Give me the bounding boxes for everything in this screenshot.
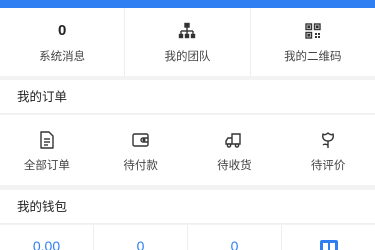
flower-icon [319, 130, 337, 150]
pending-payment[interactable]: 待付款 [94, 115, 188, 185]
stats-card: 0 系统消息 我的团队 我的二维码 [0, 8, 375, 76]
order-item-label: 全部订单 [23, 160, 70, 172]
balance-value: 0.00 [32, 238, 61, 250]
qrcode-icon [304, 22, 322, 40]
wallet-value: 0 [230, 238, 239, 250]
pending-review[interactable]: 待评价 [281, 115, 375, 185]
wallet-balance[interactable]: 0.00 [0, 225, 94, 250]
order-item-label: 待收货 [217, 160, 252, 172]
truck-icon [223, 130, 245, 150]
messages-count: 0 [57, 22, 67, 39]
my-team[interactable]: 我的团队 [125, 8, 251, 76]
wallet-item-2[interactable]: 0 [94, 225, 188, 250]
system-messages[interactable]: 0 系统消息 [0, 8, 126, 76]
my-qrcode[interactable]: 我的二维码 [251, 8, 375, 76]
wallet-card-icon [318, 238, 340, 250]
orders-title: 我的订单 [0, 80, 375, 114]
all-orders[interactable]: 全部订单 [0, 115, 94, 185]
order-item-label: 待付款 [123, 160, 158, 172]
document-icon [38, 130, 56, 150]
pending-receipt[interactable]: 待收货 [188, 115, 282, 185]
header-bar [0, 0, 375, 8]
orders-row: 全部订单 待付款 待收货 待评价 [0, 115, 375, 185]
wallet-value: 0 [136, 238, 145, 250]
wallet-item-3[interactable]: 0 [188, 225, 282, 250]
wallet-item-4[interactable] [282, 225, 375, 250]
wallet-icon [131, 130, 151, 150]
team-label: 我的团队 [164, 51, 211, 63]
wallet-title: 我的钱包 [0, 190, 375, 224]
wallet-row: 0.00 0 0 [0, 225, 375, 250]
messages-label: 系统消息 [39, 51, 86, 63]
order-item-label: 待评价 [310, 160, 346, 172]
qrcode-label: 我的二维码 [284, 51, 342, 63]
org-chart-icon [178, 22, 196, 40]
